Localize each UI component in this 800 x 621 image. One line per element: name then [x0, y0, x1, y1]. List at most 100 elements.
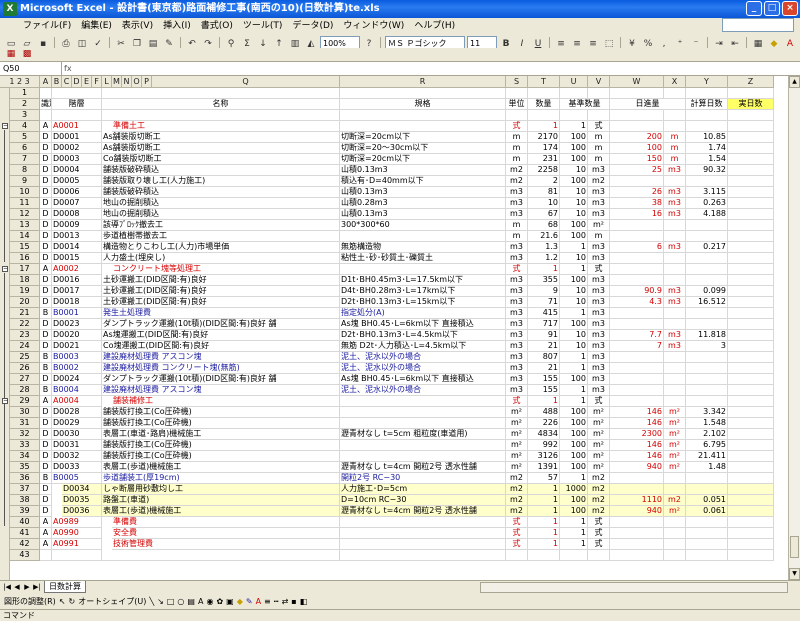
- cell-spec[interactable]: As塊 BH0.45･L=6km以下 直接積込: [340, 374, 506, 385]
- cell-daily-unit[interactable]: [664, 121, 686, 132]
- cell-qty[interactable]: 355: [528, 275, 560, 286]
- cell-base-qty[interactable]: 100: [560, 275, 588, 286]
- cell-name[interactable]: As舗装版切断工: [102, 132, 340, 143]
- cell-spec[interactable]: 瀝青材なし t=5cm 粗粒度(車道用): [340, 429, 506, 440]
- cell-spec[interactable]: [340, 231, 506, 242]
- cell-base-unit[interactable]: 式: [588, 539, 610, 550]
- cell-actual-days[interactable]: [728, 528, 774, 539]
- cell-daily-unit[interactable]: m²: [664, 429, 686, 440]
- cell-calc-days[interactable]: [686, 88, 728, 99]
- cell-daily-rate[interactable]: [610, 363, 664, 374]
- shadow-icon[interactable]: ▪: [291, 597, 296, 606]
- cell-id[interactable]: D: [40, 209, 52, 220]
- cell-code[interactable]: D0015: [52, 253, 102, 264]
- cell-actual-days[interactable]: [728, 308, 774, 319]
- cell-qty[interactable]: 2: [528, 176, 560, 187]
- cell-code[interactable]: D0005: [52, 176, 102, 187]
- row-header[interactable]: 14: [10, 231, 40, 242]
- cell-daily-rate[interactable]: 146: [610, 451, 664, 462]
- cell-name[interactable]: 土砂運搬工(DID区間:有)良好: [102, 297, 340, 308]
- cell-actual-days[interactable]: [728, 154, 774, 165]
- cell-daily-rate[interactable]: [610, 396, 664, 407]
- cell-name[interactable]: 発生土処理費: [102, 308, 340, 319]
- cell-base-qty[interactable]: [560, 550, 588, 561]
- cell-daily-rate[interactable]: [610, 231, 664, 242]
- cell-spec[interactable]: 無筋 D2t･人力積込･L=4.5km以下: [340, 341, 506, 352]
- cell-actual-days[interactable]: [728, 275, 774, 286]
- cell-daily-unit[interactable]: [664, 275, 686, 286]
- cell-base-unit[interactable]: m²: [588, 407, 610, 418]
- cell-base-unit[interactable]: m3: [588, 242, 610, 253]
- cell-id[interactable]: D: [40, 231, 52, 242]
- cell-unit[interactable]: m3: [506, 330, 528, 341]
- oval-icon[interactable]: ○: [177, 597, 184, 606]
- row-header[interactable]: 2: [10, 99, 40, 110]
- cell-spec[interactable]: 切断深=20cm以下: [340, 154, 506, 165]
- cell-name[interactable]: 安全費: [112, 528, 340, 539]
- cell-name[interactable]: 該導ﾌﾞﾛｯｸ撤去工: [102, 220, 340, 231]
- cell-daily-rate[interactable]: [610, 275, 664, 286]
- cell-daily-unit[interactable]: [664, 517, 686, 528]
- cell-spec[interactable]: 切断深=20〜30cm以下: [340, 143, 506, 154]
- row-header[interactable]: 7: [10, 154, 40, 165]
- cell-calc-days[interactable]: 1.74: [686, 143, 728, 154]
- cell-daily-rate[interactable]: 26: [610, 187, 664, 198]
- cell-code[interactable]: B0003: [52, 352, 102, 363]
- cell-calc-days[interactable]: 6.795: [686, 440, 728, 451]
- row-header[interactable]: 28: [10, 385, 40, 396]
- cell-actual-days[interactable]: [728, 363, 774, 374]
- cell-base-qty[interactable]: 100: [560, 506, 588, 517]
- cell-spec[interactable]: [340, 121, 506, 132]
- row-header[interactable]: 36: [10, 473, 40, 484]
- cell-actual-days[interactable]: [728, 187, 774, 198]
- cell-unit[interactable]: m3: [506, 198, 528, 209]
- prev-sheet-icon[interactable]: ◀: [12, 582, 22, 592]
- header-cell-id[interactable]: 識別: [40, 99, 52, 110]
- cell-name[interactable]: 地山の掘削積込: [102, 198, 340, 209]
- cell-id[interactable]: D: [40, 330, 52, 341]
- cell-qty[interactable]: 231: [528, 154, 560, 165]
- cell-unit[interactable]: m3: [506, 319, 528, 330]
- cell-name[interactable]: 舗装版打換工(Co圧砕機): [102, 440, 340, 451]
- cell-daily-rate[interactable]: [610, 319, 664, 330]
- cell-code[interactable]: [52, 110, 102, 121]
- cell-id[interactable]: B: [40, 308, 52, 319]
- cell-name[interactable]: 土砂運搬工(DID区間:有)良好: [102, 286, 340, 297]
- cell-actual-days[interactable]: [728, 88, 774, 99]
- cell-daily-unit[interactable]: [664, 385, 686, 396]
- cell-base-unit[interactable]: m3: [588, 253, 610, 264]
- column-header[interactable]: W: [610, 76, 664, 88]
- row-header[interactable]: 18: [10, 275, 40, 286]
- cell-qty[interactable]: 91: [528, 330, 560, 341]
- menu-item[interactable]: ウィンドウ(W): [338, 18, 409, 34]
- cell-calc-days[interactable]: 3: [686, 341, 728, 352]
- cell-base-qty[interactable]: 100: [560, 231, 588, 242]
- cell-name[interactable]: 構造物とりこわし工(人力)市場単価: [102, 242, 340, 253]
- cell-calc-days[interactable]: 11.818: [686, 330, 728, 341]
- cell-spec[interactable]: 指定処分(A): [340, 308, 506, 319]
- cell-base-qty[interactable]: 100: [560, 407, 588, 418]
- cell-unit[interactable]: m2: [506, 176, 528, 187]
- header-cell-qty[interactable]: 数量: [528, 99, 560, 110]
- cell-daily-unit[interactable]: m3: [664, 209, 686, 220]
- draw-fill-icon[interactable]: ◆: [237, 597, 243, 606]
- cell-spec[interactable]: [340, 440, 506, 451]
- header-cell-base-qty[interactable]: 基準数量: [560, 99, 610, 110]
- cell-unit[interactable]: m3: [506, 209, 528, 220]
- row-header[interactable]: 26: [10, 363, 40, 374]
- cell-calc-days[interactable]: 90.32: [686, 165, 728, 176]
- cell-calc-days[interactable]: [686, 253, 728, 264]
- cell-unit[interactable]: m2: [506, 484, 528, 495]
- cell-base-unit[interactable]: m²: [588, 220, 610, 231]
- cell-daily-unit[interactable]: m²: [664, 440, 686, 451]
- cell-daily-unit[interactable]: [664, 396, 686, 407]
- cell-spec[interactable]: D2t･BH0.13m3･L=15km以下: [340, 297, 506, 308]
- cell-qty[interactable]: 57: [528, 473, 560, 484]
- row-header[interactable]: 35: [10, 462, 40, 473]
- cell-id[interactable]: D: [40, 495, 52, 506]
- cell-qty[interactable]: 1391: [528, 462, 560, 473]
- cell-daily-unit[interactable]: [664, 88, 686, 99]
- cell-base-unit[interactable]: m3: [588, 319, 610, 330]
- cell-calc-days[interactable]: [686, 396, 728, 407]
- cell-calc-days[interactable]: [686, 539, 728, 550]
